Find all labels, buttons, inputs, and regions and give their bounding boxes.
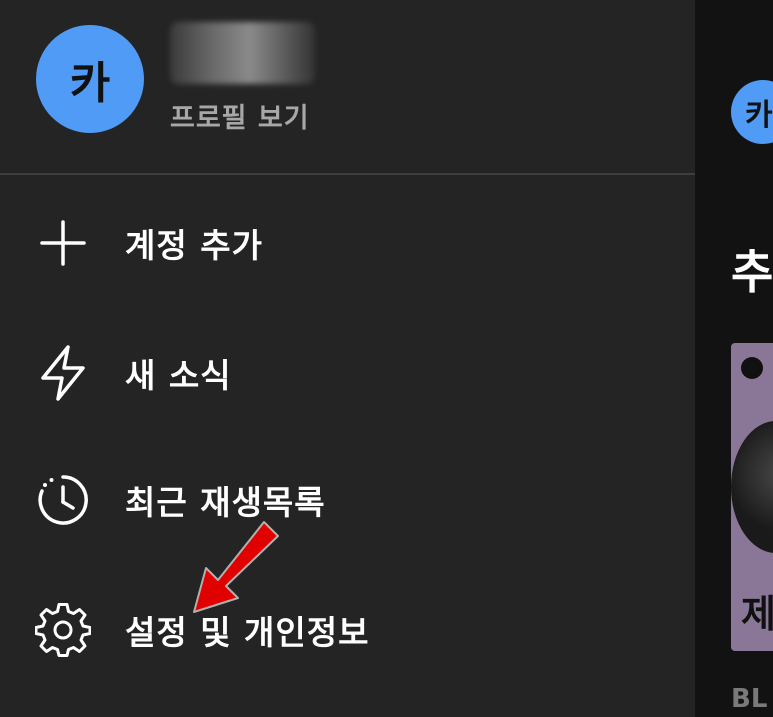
- menu-item-settings-privacy[interactable]: 설정 및 개인정보: [0, 585, 695, 675]
- background-section-heading: 추: [731, 245, 773, 299]
- menu-item-label: 새 소식: [125, 356, 232, 395]
- menu-item-add-account[interactable]: 계정 추가: [0, 198, 695, 288]
- history-icon: [35, 472, 91, 528]
- divider: [0, 173, 695, 175]
- menu-item-label: 최근 재생목록: [125, 483, 326, 522]
- gear-icon: [35, 602, 91, 658]
- background-avatar-letter: 카: [745, 98, 773, 133]
- menu-item-label: 계정 추가: [125, 226, 263, 265]
- profile-name-redacted: [170, 22, 315, 84]
- background-playlist-card: 제: [731, 343, 773, 651]
- view-profile-link[interactable]: 프로필 보기: [170, 96, 310, 135]
- profile-header[interactable]: 카 프로필 보기: [0, 0, 695, 174]
- background-card-title: 제: [741, 592, 773, 636]
- avatar[interactable]: 카: [36, 25, 144, 133]
- background-card-caption: BL: [731, 684, 768, 714]
- plus-icon: [35, 215, 91, 271]
- background-home-page: 카 추 제 BL: [695, 0, 773, 717]
- background-avatar: 카: [731, 80, 773, 144]
- menu-item-recently-played[interactable]: 최근 재생목록: [0, 455, 695, 545]
- lightning-icon: [35, 345, 91, 401]
- menu-item-label: 설정 및 개인정보: [125, 613, 370, 652]
- menu-item-whats-new[interactable]: 새 소식: [0, 328, 695, 418]
- navigation-drawer: 카 프로필 보기 계정 추가 새 소식 최근 재생목록 설정 및 개인정보: [0, 0, 695, 717]
- background-card-photo: [731, 421, 773, 553]
- spotify-logo-icon: [741, 357, 763, 379]
- avatar-letter: 카: [69, 58, 111, 109]
